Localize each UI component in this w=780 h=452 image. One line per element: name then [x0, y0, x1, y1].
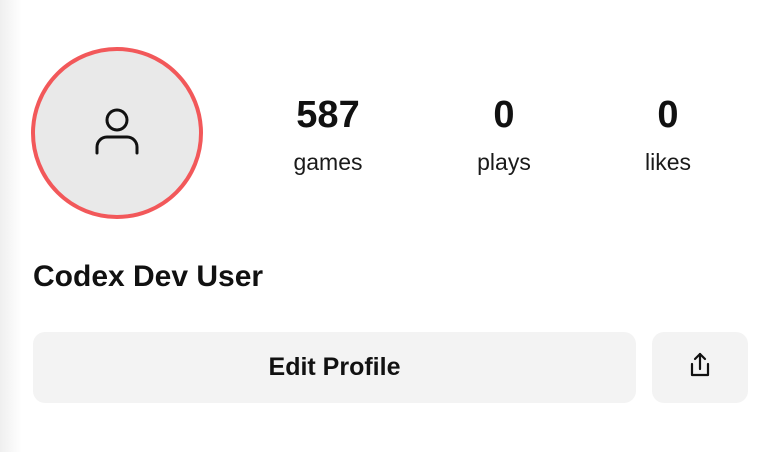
stat-plays[interactable]: 0 plays: [424, 92, 584, 176]
stat-label: plays: [477, 149, 531, 175]
stat-value: 587: [296, 94, 360, 136]
display-name: Codex Dev User: [33, 260, 264, 293]
stat-games[interactable]: 587 games: [248, 92, 408, 176]
user-icon: [91, 105, 143, 162]
profile-header: 587 games 0 plays 0 likes Codex Dev User…: [0, 0, 780, 452]
profile-stats: 587 games 0 plays 0 likes: [248, 92, 748, 192]
edit-profile-button[interactable]: Edit Profile: [33, 332, 636, 403]
share-icon: [685, 350, 715, 385]
stat-value: 0: [657, 94, 679, 136]
stat-likes[interactable]: 0 likes: [588, 92, 748, 176]
stat-label: games: [293, 149, 363, 175]
avatar[interactable]: [31, 47, 203, 219]
share-button[interactable]: [652, 332, 748, 403]
stat-label: likes: [644, 149, 691, 175]
stat-value: 0: [493, 94, 515, 136]
